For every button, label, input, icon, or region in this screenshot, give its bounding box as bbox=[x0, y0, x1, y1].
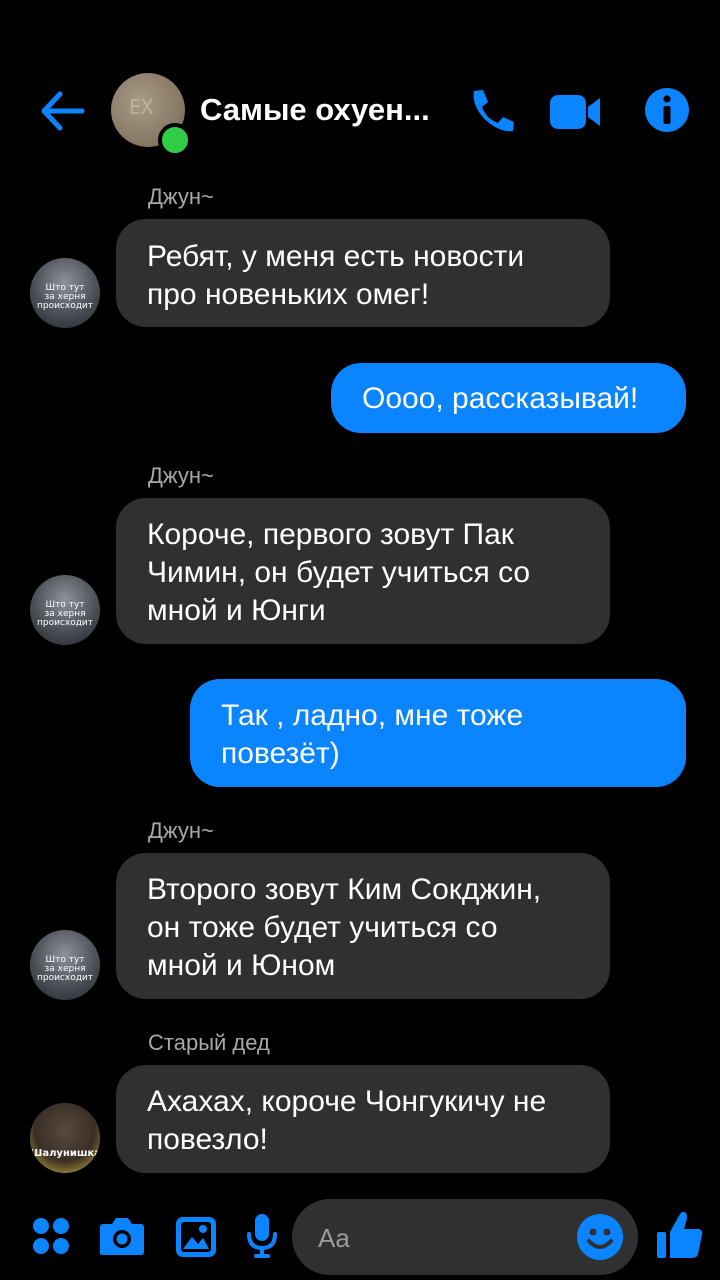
sender-name: Джун~ bbox=[148, 463, 214, 488]
message-line: Ахахах, короче Чонгукичу не bbox=[147, 1085, 547, 1118]
avatar-caption: Шалунишка bbox=[30, 1148, 100, 1159]
message-input[interactable] bbox=[316, 1217, 560, 1259]
menu-grid-icon bbox=[33, 1218, 69, 1254]
group-avatar-text: ЕХ bbox=[129, 95, 154, 119]
emoji-button[interactable] bbox=[576, 1213, 624, 1266]
menu-button[interactable] bbox=[32, 1217, 70, 1260]
message-bubble-incoming[interactable]: Ахахах, короче Чонгукичу не повезло! bbox=[116, 1065, 610, 1173]
avatar-caption: Што тут за херня происходит bbox=[36, 600, 94, 628]
message-bubble-incoming[interactable]: Короче, первого зовут Пак Чимин, он буде… bbox=[116, 498, 610, 644]
online-indicator bbox=[158, 123, 192, 157]
message-bubble-outgoing[interactable]: Так , ладно, мне тоже повезёт) bbox=[190, 679, 686, 787]
phone-icon bbox=[473, 90, 514, 132]
message-composer[interactable] bbox=[292, 1199, 638, 1275]
sender-avatar[interactable]: Шалунишка bbox=[30, 1103, 100, 1173]
video-call-button[interactable] bbox=[548, 92, 602, 137]
camera-icon bbox=[100, 1218, 144, 1255]
avatar-caption: Што тут за херня происходит bbox=[36, 955, 94, 983]
sender-avatar[interactable]: Што тут за херня происходит bbox=[30, 575, 100, 645]
back-arrow-icon bbox=[41, 91, 85, 131]
message-bubble-outgoing[interactable]: Оооо, рассказывай! bbox=[331, 363, 686, 433]
message-line: повезёт) bbox=[221, 737, 340, 770]
camera-button[interactable] bbox=[99, 1216, 145, 1261]
microphone-icon bbox=[247, 1214, 277, 1258]
info-button[interactable] bbox=[644, 87, 690, 138]
sender-name: Джун~ bbox=[148, 184, 214, 209]
gallery-icon bbox=[176, 1217, 216, 1257]
voice-button[interactable] bbox=[246, 1213, 278, 1264]
message-line: мной и Юнги bbox=[147, 594, 326, 627]
avatar-caption: Што тут за херня происходит bbox=[36, 283, 94, 311]
sender-avatar[interactable]: Што тут за херня происходит bbox=[30, 930, 100, 1000]
message-line: Короче, первого зовут Пак bbox=[147, 518, 514, 551]
message-bubble-incoming[interactable]: Второго зовут Ким Сокджин, он тоже будет… bbox=[116, 853, 610, 999]
back-button[interactable] bbox=[38, 88, 86, 136]
sender-name: Джун~ bbox=[148, 818, 214, 843]
message-line: Чимин, он будет учиться со bbox=[147, 556, 531, 589]
sender-name: Старый дед bbox=[148, 1030, 270, 1055]
thumbs-up-icon bbox=[657, 1211, 703, 1258]
like-button[interactable] bbox=[656, 1210, 704, 1265]
message-line: Оооо, рассказывай! bbox=[362, 382, 639, 415]
message-line: он тоже будет учиться со bbox=[147, 911, 498, 944]
sender-avatar[interactable]: Што тут за херня происходит bbox=[30, 258, 100, 328]
info-icon bbox=[645, 88, 689, 132]
chat-title[interactable]: Самые охуен... bbox=[200, 92, 430, 128]
gallery-button[interactable] bbox=[175, 1216, 217, 1263]
message-line: Второго зовут Ким Сокджин, bbox=[147, 873, 542, 906]
message-line: про новеньких омег! bbox=[147, 278, 430, 311]
message-line: Ребят, у меня есть новости bbox=[147, 240, 525, 273]
message-line: повезло! bbox=[147, 1123, 268, 1156]
emoji-icon bbox=[577, 1214, 623, 1260]
message-bubble-incoming[interactable]: Ребят, у меня есть новости про новеньких… bbox=[116, 219, 610, 327]
call-button[interactable] bbox=[466, 86, 516, 141]
video-camera-icon bbox=[550, 95, 600, 129]
message-line: Так , ладно, мне тоже bbox=[221, 699, 524, 732]
message-line: мной и Юном bbox=[147, 949, 336, 982]
